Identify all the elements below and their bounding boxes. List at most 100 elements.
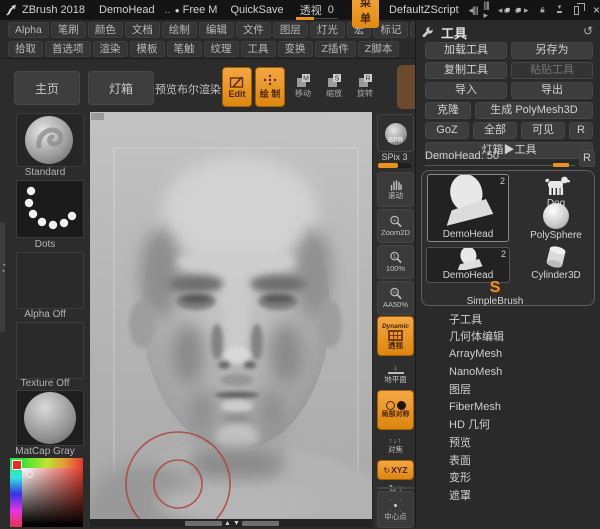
copy-tool-button[interactable]: 复制工具 [425, 62, 507, 79]
section-surface[interactable]: 表面 [416, 451, 600, 469]
menu-zscript[interactable]: Z脚本 [358, 41, 399, 57]
current-texture-thumbnail[interactable] [16, 322, 84, 379]
save-as-button[interactable]: 另存为 [511, 42, 593, 59]
actual-size-button[interactable]: 1 100% [377, 245, 414, 279]
section-hd-geometry[interactable]: HD 几何 [416, 416, 600, 434]
rotate-xyz-button[interactable]: ↻ XYZ [377, 460, 414, 480]
preview-boolean-toggle[interactable]: 预览布尔渲染 [155, 81, 221, 97]
tool-thumb-cylinder3d[interactable]: Cylinder3D [522, 245, 590, 281]
section-deformation[interactable]: 变形 [416, 468, 600, 486]
menu-alpha[interactable]: Alpha [8, 22, 49, 38]
menu-edit[interactable]: 编辑 [199, 22, 234, 38]
current-brush-thumbnail[interactable] [16, 113, 84, 167]
slider-r-button[interactable]: R [579, 150, 595, 167]
menu-color[interactable]: 颜色 [88, 22, 123, 38]
menu-stencil[interactable]: 模板 [130, 41, 165, 57]
section-subtool[interactable]: 子工具 [416, 310, 600, 328]
divider-collapse-right-icon[interactable]: ||||▸ [484, 0, 489, 21]
section-fibermesh[interactable]: FiberMesh [416, 398, 600, 416]
section-nanomesh[interactable]: NanoMesh [416, 363, 600, 381]
menu-preferences[interactable]: 首选项 [45, 41, 91, 57]
current-alpha-thumbnail[interactable] [16, 252, 84, 309]
scroll-up-icon[interactable]: ▲ [224, 520, 231, 527]
floor-grid-button[interactable]: ↓ 地平面 [377, 358, 414, 390]
clone-button[interactable]: 克隆 [425, 102, 471, 119]
close-icon[interactable]: × [593, 3, 600, 17]
import-button[interactable]: 导入 [425, 82, 507, 99]
tool-thumb-demohead-active[interactable]: 2 DemoHead [427, 174, 509, 242]
partial-brush-thumbnail[interactable] [397, 65, 415, 109]
restore-icon[interactable] [574, 6, 579, 15]
lightbox-button[interactable]: 灯箱 [88, 71, 154, 105]
menu-toggle-button[interactable]: 菜单 [352, 0, 379, 28]
center-pivot-button[interactable]: 中心点 [377, 491, 414, 528]
goz-r-button[interactable]: R [569, 122, 593, 139]
edit-mode-button[interactable]: Edit [222, 67, 252, 107]
ui-next-icon[interactable]: ▸ [524, 5, 528, 16]
dynamic-perspective-button[interactable]: Dynamic 透视 [377, 316, 414, 356]
frame-button[interactable]: ↑↓↑ 对焦 [377, 432, 414, 460]
scroll-down-icon[interactable]: ▼ [233, 520, 240, 527]
active-tool-slider[interactable]: DemoHead. 50 [425, 150, 575, 166]
ui-config-icon[interactable] [504, 5, 510, 16]
scroll-tool-button[interactable]: 滚动 [377, 172, 414, 207]
divider-collapse-left-icon[interactable]: ◂|||| [469, 5, 478, 16]
section-geometry[interactable]: 几何体编辑 [416, 328, 600, 346]
menu-file[interactable]: 文件 [236, 22, 271, 38]
sculpt-viewport[interactable] [90, 112, 372, 519]
tool-thumb-polysphere[interactable]: PolySphere [524, 203, 588, 241]
menu-light[interactable]: 灯光 [310, 22, 345, 38]
spix-slider[interactable] [378, 163, 411, 168]
menu-stroke[interactable]: 笔触 [167, 41, 202, 57]
menu-brush[interactable]: 笔刷 [51, 22, 86, 38]
scrollbar-segment-right[interactable] [242, 521, 279, 526]
tool-thumb-demohead-2[interactable]: 2 DemoHead [426, 247, 510, 283]
perspective-slider[interactable]: 透视 0 [296, 2, 338, 19]
section-layers[interactable]: 图层 [416, 380, 600, 398]
section-preview[interactable]: 预览 [416, 433, 600, 451]
zscript-name[interactable]: DefaultZScript [389, 4, 459, 16]
goz-visible-button[interactable]: 可见 [521, 122, 565, 139]
unlock-icon[interactable] [540, 4, 545, 16]
ui-prev-icon[interactable]: ◂ [498, 5, 502, 16]
current-stroke-thumbnail[interactable] [16, 180, 84, 238]
slider-handle[interactable] [553, 163, 569, 167]
color-picker[interactable] [10, 458, 83, 527]
home-button[interactable]: 主页 [14, 71, 80, 105]
menu-picker[interactable]: 拾取 [8, 41, 43, 57]
draw-mode-button[interactable]: 绘 制 [255, 67, 285, 107]
zoom2d-button[interactable]: + Zoom2D [377, 209, 414, 243]
menu-document[interactable]: 文档 [125, 22, 160, 38]
rotate-mode-button[interactable]: R 旋转 [353, 68, 377, 104]
menu-draw[interactable]: 绘制 [162, 22, 197, 38]
make-polymesh-button[interactable]: 生成 PolyMesh3D [475, 102, 593, 119]
menu-zplugin[interactable]: Z插件 [315, 41, 356, 57]
left-tray-scrollbar[interactable] [0, 222, 5, 332]
local-symmetry-button[interactable]: 局部对称 [377, 390, 414, 430]
goz-all-button[interactable]: 全部 [473, 122, 517, 139]
palette-reset-icon[interactable]: ↺ [583, 24, 593, 38]
current-material-thumbnail[interactable] [16, 390, 84, 446]
menu-layer[interactable]: 图层 [273, 22, 308, 38]
minimize-icon[interactable]: ▾ [557, 7, 561, 13]
menu-transform[interactable]: 变换 [278, 41, 313, 57]
move-mode-button[interactable]: M 移动 [291, 68, 315, 104]
canvas-horizontal-scrollbar[interactable]: ▲ ▼ [90, 519, 372, 527]
export-button[interactable]: 导出 [511, 82, 593, 99]
section-masking[interactable]: 遮罩 [416, 486, 600, 504]
ui-config2-icon[interactable] [515, 5, 521, 16]
tool-thumb-simplebrush[interactable]: S SimpleBrush [440, 281, 550, 307]
scrollbar-segment-left[interactable] [185, 521, 222, 526]
menu-texture[interactable]: 纹理 [204, 41, 239, 57]
menu-render[interactable]: 渲染 [93, 41, 128, 57]
tray-divider-handle[interactable]: ◂ ▸ [0, 262, 8, 274]
saturation-square[interactable] [22, 468, 83, 527]
aa-half-button[interactable]: ½ AA50% [377, 281, 414, 315]
load-tool-button[interactable]: 加载工具 [425, 42, 507, 59]
goz-button[interactable]: GoZ [425, 122, 469, 139]
hue-strip-horizontal[interactable] [22, 458, 83, 468]
bpr-render-button[interactable]: BPR [377, 114, 414, 152]
quicksave-button[interactable]: QuickSave [230, 4, 283, 16]
menu-tool[interactable]: 工具 [241, 41, 276, 57]
scale-mode-button[interactable]: S 缩放 [322, 68, 346, 104]
